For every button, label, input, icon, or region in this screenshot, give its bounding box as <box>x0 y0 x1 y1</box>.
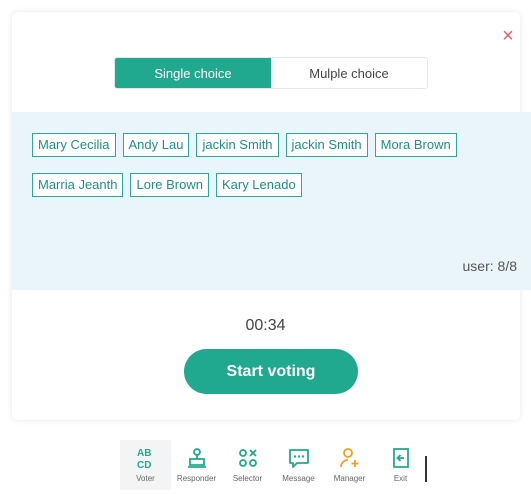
toolbar-label: Message <box>282 474 315 483</box>
participants-panel: Mary Cecilia Andy Lau jackin Smith jacki… <box>12 112 531 290</box>
participant-chip[interactable]: jackin Smith <box>285 133 368 157</box>
toolbar-voter[interactable]: AB CD Voter <box>120 440 171 490</box>
toolbar-label: Exit <box>393 474 408 483</box>
tab-single-choice[interactable]: Single choice <box>115 58 271 88</box>
participant-chip[interactable]: Lore Brown <box>130 173 209 197</box>
toolbar-label: Manager <box>333 474 366 483</box>
toolbar-manager[interactable]: Manager <box>324 440 375 490</box>
exit-icon <box>392 448 409 468</box>
toolbar-responder[interactable]: Responder <box>171 440 222 490</box>
voter-icon: AB CD <box>137 448 151 470</box>
manager-icon <box>339 448 358 468</box>
toolbar-selector[interactable]: Selector <box>222 440 273 490</box>
svg-text:CD: CD <box>137 460 151 470</box>
countdown-timer: 00:34 <box>245 317 286 334</box>
bottom-toolbar: AB CD Voter Responder Selector Message M… <box>120 440 426 490</box>
participant-chip[interactable]: jackin Smith <box>196 133 279 157</box>
toolbar-label: Selector <box>232 474 263 483</box>
choice-mode-toggle: Single choice Mulple choice <box>114 57 428 89</box>
participant-list: Mary Cecilia Andy Lau jackin Smith jacki… <box>32 133 502 197</box>
participant-chip[interactable]: Marria Jeanth <box>32 173 124 197</box>
participant-chip[interactable]: Mary Cecilia <box>32 133 116 157</box>
toolbar-divider <box>425 456 427 482</box>
toolbar-label: Voter <box>136 474 155 483</box>
tab-multiple-choice[interactable]: Mulple choice <box>271 58 427 88</box>
responder-icon <box>187 448 206 468</box>
user-count: user: 8/8 <box>462 258 517 274</box>
close-icon[interactable]: × <box>498 26 518 46</box>
selector-icon <box>238 449 257 467</box>
toolbar-message[interactable]: Message <box>273 440 324 490</box>
participant-chip[interactable]: Mora Brown <box>374 133 457 157</box>
toolbar-exit[interactable]: Exit <box>375 440 426 490</box>
message-icon <box>288 449 309 468</box>
toolbar-label: Responder <box>176 474 217 483</box>
participant-chip[interactable]: Kary Lenado <box>215 173 302 197</box>
participant-chip[interactable]: Andy Lau <box>122 133 190 157</box>
start-voting-button[interactable]: Start voting <box>184 349 358 394</box>
svg-text:AB: AB <box>137 448 151 459</box>
